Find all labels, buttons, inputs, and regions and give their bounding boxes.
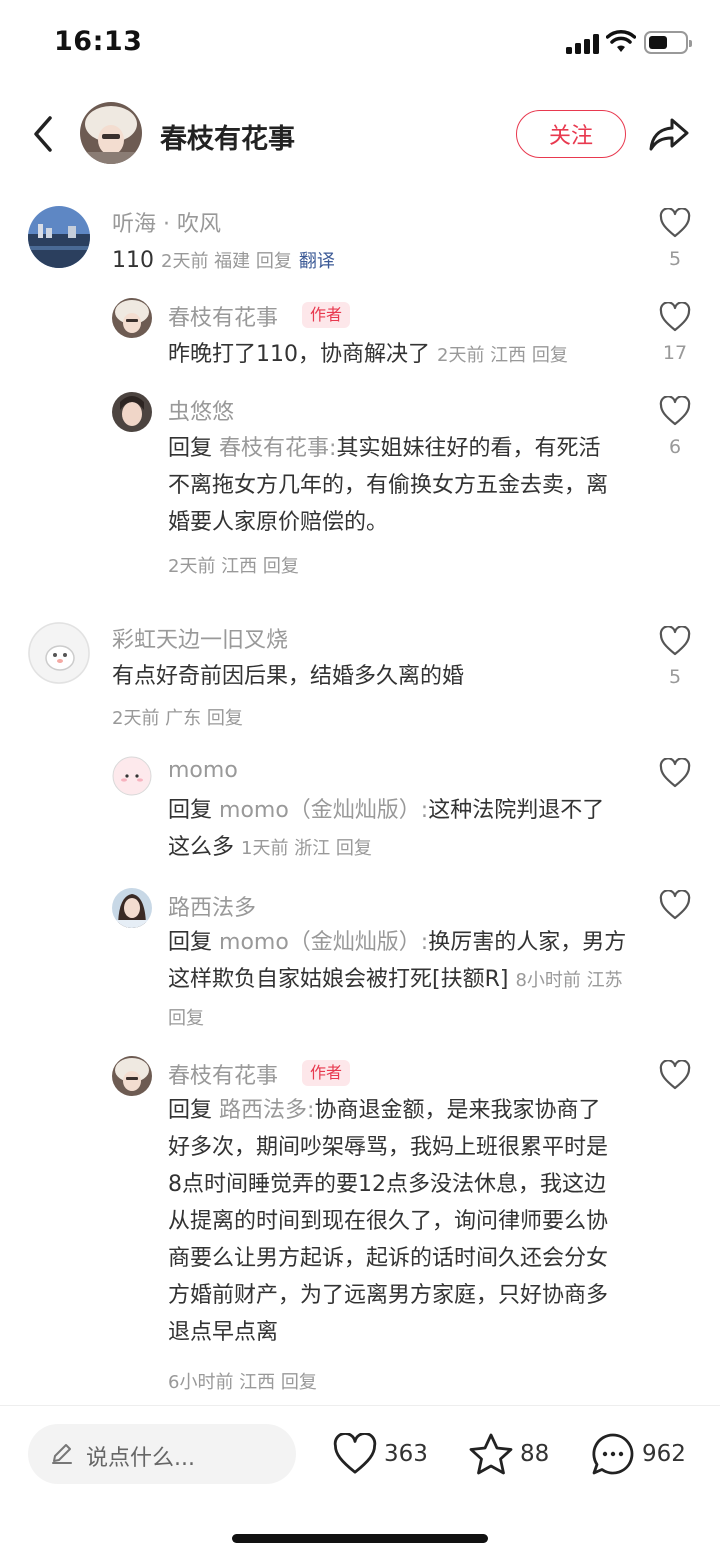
like-count: 6: [668, 436, 682, 458]
like-button[interactable]: [645, 758, 705, 788]
author-avatar[interactable]: [80, 102, 142, 164]
reply-prefix: 回复: [168, 436, 213, 461]
heart-icon: [659, 396, 691, 426]
reply-item: 路西法多 回复 momo（金灿灿版）:换厉害的人家，男方这样欺负自家姑娘会被打死…: [0, 886, 720, 1046]
heart-icon: [659, 626, 691, 656]
comment-content: 110: [112, 248, 154, 273]
like-count: 17: [662, 342, 688, 364]
home-indicator[interactable]: [232, 1534, 488, 1543]
user-avatar[interactable]: [112, 888, 152, 928]
post-header: 春枝有花事 关注: [0, 96, 720, 172]
like-count: 5: [668, 248, 682, 270]
comment-action[interactable]: 962: [590, 1428, 686, 1480]
like-button[interactable]: [645, 890, 705, 920]
heart-icon: [659, 208, 691, 238]
reply-item: 春枝有花事 作者 回复 路西法多:协商退金额，是来我家协商了好多次，期间吵架辱骂…: [0, 1054, 720, 1402]
reply-target[interactable]: 春枝有花事:: [219, 436, 336, 461]
comment-username[interactable]: momo: [168, 758, 238, 783]
reply-target[interactable]: momo（金灿灿版）:: [219, 798, 428, 823]
comment-text: 昨晚打了110，协商解决了 2天前 江西 回复: [168, 336, 638, 374]
reply-item: 虫悠悠 回复 春枝有花事:其实姐妹往好的看，有死活不离拖女方几年的，有偷换女方五…: [0, 390, 720, 590]
reply-item: 春枝有花事 作者 昨晚打了110，协商解决了 2天前 江西 回复 17: [0, 296, 720, 386]
comment-meta[interactable]: 2天前 福建 回复: [161, 251, 292, 272]
comment-input-placeholder: 说点什么...: [86, 1446, 195, 1471]
reply-target[interactable]: 路西法多:: [219, 1098, 314, 1123]
user-avatar[interactable]: [112, 298, 152, 338]
comment-item: 听海 · 吹风 110 2天前 福建 回复 翻译 5: [0, 200, 720, 290]
comment-text: 110 2天前 福建 回复 翻译: [112, 242, 632, 280]
user-avatar[interactable]: [112, 392, 152, 432]
share-icon[interactable]: [648, 114, 690, 154]
like-button[interactable]: 17: [645, 302, 705, 364]
comment-meta[interactable]: 1天前 浙江 回复: [241, 838, 372, 859]
reply-prefix: 回复: [168, 798, 213, 823]
reply-item: momo 回复 momo（金灿灿版）:这种法院判退不了这么多 1天前 浙江 回复: [0, 754, 720, 874]
pencil-icon: [52, 1444, 72, 1464]
like-button[interactable]: 5: [645, 626, 705, 688]
comment-text: 回复 momo（金灿灿版）:这种法院判退不了这么多 1天前 浙江 回复: [168, 792, 616, 867]
comment-content: 昨晚打了110，协商解决了: [168, 342, 430, 367]
comment-username[interactable]: 虫悠悠: [168, 394, 234, 426]
heart-icon: [659, 890, 691, 920]
like-action[interactable]: 363: [332, 1428, 428, 1480]
collect-total: 88: [520, 1441, 550, 1467]
comment-username[interactable]: 春枝有花事: [168, 300, 278, 332]
signal-icon: [566, 34, 600, 54]
author-badge: 作者: [302, 1060, 351, 1086]
comment-content: 协商退金额，是来我家协商了好多次，期间吵架辱骂，我妈上班很累平时是8点时间睡觉弄…: [168, 1098, 609, 1345]
status-time: 16:13: [54, 26, 143, 57]
user-avatar[interactable]: [28, 622, 90, 684]
heart-icon: [333, 1433, 377, 1474]
comment-text: 回复 momo（金灿灿版）:换厉害的人家，男方这样欺负自家姑娘会被打死[扶额R]…: [168, 924, 628, 1037]
comment-meta[interactable]: 2天前 江西 回复: [437, 345, 568, 366]
status-bar: 16:13: [0, 0, 720, 88]
like-button[interactable]: 6: [645, 396, 705, 458]
comment-bubble-icon: [592, 1433, 634, 1475]
like-total: 363: [384, 1441, 428, 1467]
user-avatar[interactable]: [28, 206, 90, 268]
comment-username[interactable]: 彩虹天边一旧叉烧: [112, 622, 288, 654]
comment-input[interactable]: 说点什么...: [28, 1424, 296, 1484]
comment-meta[interactable]: 6小时前 江西 回复: [168, 1368, 317, 1394]
comment-item: 彩虹天边一旧叉烧 有点好奇前因后果，结婚多久离的婚 2天前 广东 回复 5: [0, 618, 720, 738]
follow-button[interactable]: 关注: [516, 110, 626, 158]
heart-icon: [659, 302, 691, 332]
comment-meta[interactable]: 2天前 江西 回复: [168, 552, 299, 578]
back-arrow-icon[interactable]: [28, 114, 58, 154]
comment-text: 有点好奇前因后果，结婚多久离的婚: [112, 658, 632, 695]
translate-link[interactable]: 翻译: [299, 251, 335, 272]
author-name[interactable]: 春枝有花事: [160, 117, 295, 156]
reply-prefix: 回复: [168, 930, 213, 955]
like-button[interactable]: [645, 1060, 705, 1090]
heart-icon: [659, 1060, 691, 1090]
reply-target[interactable]: momo（金灿灿版）:: [219, 930, 428, 955]
like-count: 5: [668, 666, 682, 688]
comment-text: 回复 春枝有花事:其实姐妹往好的看，有死活不离拖女方几年的，有偷换女方五金去卖，…: [168, 430, 616, 541]
bottom-divider: [0, 1405, 720, 1406]
battery-icon: [644, 31, 692, 54]
comment-content: 有点好奇前因后果，结婚多久离的婚: [112, 664, 465, 689]
reply-prefix: 回复: [168, 1098, 213, 1123]
wifi-icon: [606, 30, 636, 52]
star-icon: [469, 1433, 513, 1475]
comment-meta[interactable]: 2天前 广东 回复: [112, 704, 243, 730]
collect-action[interactable]: 88: [468, 1428, 549, 1480]
user-avatar[interactable]: [112, 756, 152, 796]
comment-total: 962: [642, 1441, 686, 1467]
comment-text: 回复 路西法多:协商退金额，是来我家协商了好多次，期间吵架辱骂，我妈上班很累平时…: [168, 1092, 620, 1351]
author-badge: 作者: [302, 302, 351, 328]
comment-username[interactable]: 路西法多: [168, 890, 256, 922]
heart-icon: [659, 758, 691, 788]
comment-username[interactable]: 春枝有花事: [168, 1058, 278, 1090]
comment-username[interactable]: 听海 · 吹风: [112, 206, 221, 238]
like-button[interactable]: 5: [645, 208, 705, 270]
user-avatar[interactable]: [112, 1056, 152, 1096]
